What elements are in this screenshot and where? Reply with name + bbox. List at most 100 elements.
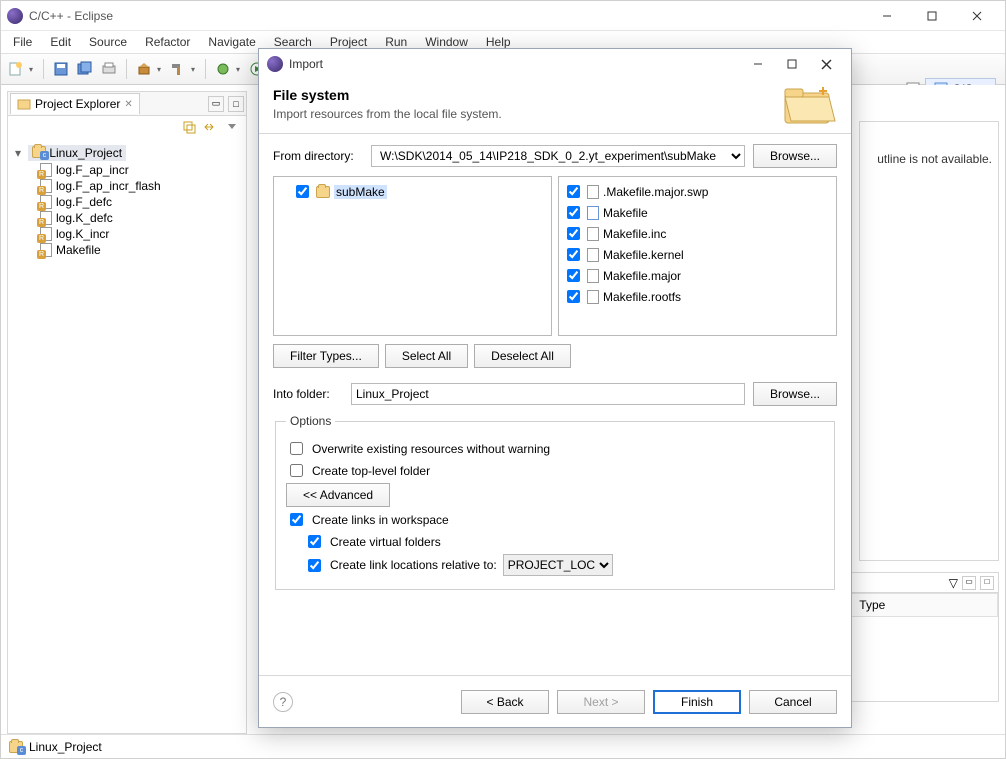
list-item[interactable]: Makefile.rootfs bbox=[563, 286, 832, 307]
folder-icon: c bbox=[9, 741, 23, 753]
into-folder-input[interactable] bbox=[351, 383, 745, 405]
dialog-footer: ? < Back Next > Finish Cancel bbox=[259, 675, 851, 727]
tree-file[interactable]: Rlog.F_ap_incr bbox=[12, 162, 242, 178]
view-menu-icon[interactable] bbox=[226, 120, 242, 136]
save-all-icon[interactable] bbox=[74, 58, 96, 80]
status-project: Linux_Project bbox=[29, 740, 102, 754]
project-explorer-tab[interactable]: Project Explorer ✕ bbox=[10, 93, 140, 114]
browse-into-button[interactable]: Browse... bbox=[753, 382, 837, 406]
next-button[interactable]: Next > bbox=[557, 690, 645, 714]
save-icon[interactable] bbox=[50, 58, 72, 80]
view-maximize-icon[interactable]: □ bbox=[980, 576, 994, 590]
menu-file[interactable]: File bbox=[5, 33, 40, 51]
dialog-minimize-button[interactable] bbox=[741, 52, 775, 76]
file-checkbox[interactable] bbox=[567, 248, 580, 261]
folder-checkbox[interactable] bbox=[296, 185, 309, 198]
file-icon bbox=[587, 206, 599, 220]
file-icon bbox=[587, 185, 599, 199]
table-col-type[interactable]: Type bbox=[851, 594, 998, 617]
menu-refactor[interactable]: Refactor bbox=[137, 33, 198, 51]
explorer-icon bbox=[17, 98, 31, 110]
select-all-button[interactable]: Select All bbox=[385, 344, 468, 368]
menu-source[interactable]: Source bbox=[81, 33, 135, 51]
back-button[interactable]: < Back bbox=[461, 690, 549, 714]
cancel-button[interactable]: Cancel bbox=[749, 690, 837, 714]
file-icon bbox=[587, 269, 599, 283]
menu-navigate[interactable]: Navigate bbox=[200, 33, 263, 51]
window-title: C/C++ - Eclipse bbox=[29, 9, 864, 23]
outline-view: utline is not available. bbox=[859, 121, 999, 561]
print-icon[interactable] bbox=[98, 58, 120, 80]
file-checkbox[interactable] bbox=[567, 227, 580, 240]
dialog-titlebar: Import bbox=[259, 49, 851, 79]
file-checkbox[interactable] bbox=[567, 206, 580, 219]
view-maximize-icon[interactable]: □ bbox=[228, 96, 244, 112]
from-directory-combo[interactable]: W:\SDK\2014_05_14\IP218_SDK_0_2.yt_exper… bbox=[371, 145, 745, 167]
from-directory-label: From directory: bbox=[273, 149, 363, 163]
link-editor-icon[interactable] bbox=[202, 120, 218, 136]
close-icon[interactable]: ✕ bbox=[124, 99, 132, 110]
view-minimize-icon[interactable]: ▭ bbox=[208, 96, 224, 112]
debug-icon[interactable] bbox=[212, 58, 234, 80]
view-minimize-icon[interactable]: ▭ bbox=[962, 576, 976, 590]
list-item[interactable]: Makefile.kernel bbox=[563, 244, 832, 265]
folder-label: subMake bbox=[334, 185, 387, 199]
advanced-button[interactable]: << Advanced bbox=[286, 483, 390, 507]
file-list[interactable]: .Makefile.major.swp Makefile Makefile.in… bbox=[558, 176, 837, 336]
view-menu-icon[interactable]: ▽ bbox=[949, 576, 958, 590]
eclipse-icon bbox=[267, 56, 283, 72]
file-icon bbox=[587, 227, 599, 241]
close-button[interactable] bbox=[954, 2, 999, 30]
create-links-checkbox[interactable] bbox=[290, 513, 303, 526]
hammer-icon[interactable] bbox=[167, 58, 189, 80]
filter-types-button[interactable]: Filter Types... bbox=[273, 344, 379, 368]
top-level-checkbox[interactable] bbox=[290, 464, 303, 477]
source-folder-row[interactable]: subMake bbox=[278, 181, 547, 202]
help-icon[interactable]: ? bbox=[273, 692, 293, 712]
list-item[interactable]: Makefile.inc bbox=[563, 223, 832, 244]
list-item[interactable]: Makefile.major bbox=[563, 265, 832, 286]
list-item[interactable]: Makefile bbox=[563, 202, 832, 223]
dialog-title: Import bbox=[289, 57, 741, 71]
project-tree[interactable]: ▾ c Linux_Project Rlog.F_ap_incr Rlog.F_… bbox=[8, 140, 246, 733]
build-icon[interactable] bbox=[133, 58, 155, 80]
relative-to-label: Create link locations relative to: bbox=[330, 558, 497, 572]
new-icon[interactable] bbox=[5, 58, 27, 80]
menu-edit[interactable]: Edit bbox=[42, 33, 79, 51]
project-name: Linux_Project bbox=[49, 146, 122, 160]
file-checkbox[interactable] bbox=[567, 185, 580, 198]
deselect-all-button[interactable]: Deselect All bbox=[474, 344, 571, 368]
tree-file[interactable]: RMakefile bbox=[12, 242, 242, 258]
project-explorer-title: Project Explorer bbox=[35, 97, 120, 111]
dialog-close-button[interactable] bbox=[809, 52, 843, 76]
tree-project-node[interactable]: ▾ c Linux_Project bbox=[12, 144, 242, 162]
virtual-folders-checkbox[interactable] bbox=[308, 535, 321, 548]
list-item[interactable]: .Makefile.major.swp bbox=[563, 181, 832, 202]
tree-file[interactable]: Rlog.K_defc bbox=[12, 210, 242, 226]
folder-icon bbox=[316, 186, 330, 198]
tree-file[interactable]: Rlog.F_defc bbox=[12, 194, 242, 210]
tree-file[interactable]: Rlog.F_ap_incr_flash bbox=[12, 178, 242, 194]
file-checkbox[interactable] bbox=[567, 269, 580, 282]
source-tree[interactable]: subMake bbox=[273, 176, 552, 336]
minimize-button[interactable] bbox=[864, 2, 909, 30]
relative-to-checkbox[interactable] bbox=[308, 559, 321, 572]
file-icon bbox=[587, 290, 599, 304]
create-links-label: Create links in workspace bbox=[312, 513, 449, 527]
statusbar: c Linux_Project bbox=[1, 734, 1005, 758]
into-folder-label: Into folder: bbox=[273, 387, 343, 401]
relative-to-combo[interactable]: PROJECT_LOC bbox=[503, 554, 613, 576]
collapse-all-icon[interactable] bbox=[182, 120, 198, 136]
file-checkbox[interactable] bbox=[567, 290, 580, 303]
import-folder-icon bbox=[781, 81, 837, 127]
finish-button[interactable]: Finish bbox=[653, 690, 741, 714]
outline-message: utline is not available. bbox=[860, 122, 998, 196]
virtual-folders-label: Create virtual folders bbox=[330, 535, 441, 549]
top-level-label: Create top-level folder bbox=[312, 464, 430, 478]
overwrite-checkbox[interactable] bbox=[290, 442, 303, 455]
dialog-maximize-button[interactable] bbox=[775, 52, 809, 76]
options-legend: Options bbox=[286, 414, 335, 428]
maximize-button[interactable] bbox=[909, 2, 954, 30]
browse-from-button[interactable]: Browse... bbox=[753, 144, 837, 168]
tree-file[interactable]: Rlog.K_incr bbox=[12, 226, 242, 242]
